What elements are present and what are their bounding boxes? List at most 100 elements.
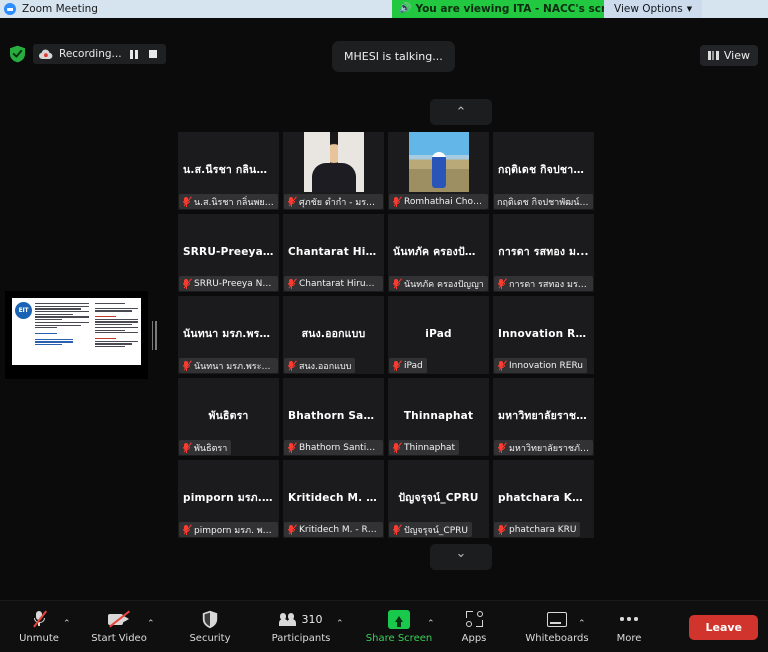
- apps-label: Apps: [461, 633, 487, 644]
- participant-name-badge: iPad: [389, 358, 427, 373]
- participant-tile[interactable]: Thinnaphat Thinnaphat: [388, 378, 489, 456]
- microphone-muted-icon: [287, 196, 297, 207]
- participant-badge-name: iPad: [404, 360, 423, 371]
- grid-view-icon: [707, 51, 719, 60]
- participant-tile[interactable]: Chantarat Hirun... Chantarat Hirunkitran.…: [283, 214, 384, 292]
- participant-badge-name: พันธิตรา: [194, 443, 228, 454]
- view-options-button[interactable]: View Options ▼: [604, 0, 703, 18]
- stop-recording-button[interactable]: [147, 48, 160, 61]
- zoom-logo-icon: [4, 3, 16, 15]
- audio-options-caret-icon[interactable]: ⌃: [63, 619, 71, 629]
- cloud-record-icon: [39, 49, 53, 59]
- shared-screen-thumbnail[interactable]: EIT: [5, 291, 148, 379]
- leave-button[interactable]: Leave: [689, 615, 758, 640]
- participant-badge-name: สนง.ออกแบบ: [299, 361, 352, 372]
- stop-icon: [149, 50, 158, 58]
- share-screen-icon: [388, 608, 410, 630]
- apps-button[interactable]: Apps: [445, 608, 503, 644]
- microphone-muted-icon: [287, 442, 297, 453]
- drag-handle-icon[interactable]: [151, 320, 157, 351]
- participant-tile[interactable]: phatchara KRU phatchara KRU: [493, 460, 594, 538]
- participant-tile[interactable]: น.ส.นีรชา กลิ่นพย... น.ส.นิรชา กลิ่นพยอม: [178, 132, 279, 210]
- participants-button[interactable]: 310 Participants: [271, 608, 331, 645]
- scroll-down-button[interactable]: ⌄: [430, 544, 492, 570]
- participant-tile[interactable]: นันทนา มรภ.พระ... นันทนา มรภ.พระนครศ..: [178, 296, 279, 374]
- screen-share-banner-text: You are viewing ITA - NACC's screen: [415, 3, 628, 15]
- participant-name-badge: การดา รสทอง มร.ราช..: [494, 276, 593, 291]
- window-title: Zoom Meeting: [22, 3, 98, 15]
- start-video-label: Start Video: [91, 633, 147, 644]
- zoom-meeting-window: Zoom Meeting 🔊 You are viewing ITA - NAC…: [0, 0, 768, 652]
- participant-badge-name: Innovation RERu: [509, 360, 584, 371]
- participant-tile[interactable]: SRRU-Preeya N... SRRU-Preeya Ngarm...: [178, 214, 279, 292]
- participants-caret-icon[interactable]: ⌃: [336, 619, 344, 629]
- participant-name-badge: Thinnaphat: [389, 440, 460, 455]
- video-options-caret-icon[interactable]: ⌃: [147, 619, 155, 629]
- share-screen-button[interactable]: Share Screen: [366, 608, 432, 644]
- participant-name-badge: น.ส.นิรชา กลิ่นพยอม: [179, 194, 278, 209]
- scroll-up-button[interactable]: ⌃: [430, 99, 492, 125]
- microphone-muted-icon: [287, 524, 297, 535]
- participant-tile[interactable]: นันทภัค ครองปัญ... นันทภัค ครองปัญญา: [388, 214, 489, 292]
- participant-display-name: Innovation RERu: [498, 328, 594, 341]
- microphone-muted-icon: [182, 360, 192, 371]
- start-video-button[interactable]: Start Video: [90, 608, 148, 644]
- participant-tile[interactable]: Romhathai Chotikaso...: [388, 132, 489, 210]
- participant-badge-name: นันทนา มรภ.พระนครศ..: [194, 361, 274, 372]
- share-options-caret-icon[interactable]: ⌃: [427, 619, 435, 629]
- participant-display-name: Bhathorn Santi...: [288, 410, 384, 423]
- participant-display-name: นันทนา มรภ.พระ...: [183, 328, 278, 341]
- whiteboard-icon: [547, 608, 567, 630]
- participant-display-name: SRRU-Preeya N...: [183, 246, 279, 259]
- microphone-muted-icon: [392, 442, 402, 453]
- participant-display-name: สนง.ออกแบบ: [301, 328, 366, 341]
- microphone-muted-icon: [182, 442, 192, 453]
- view-layout-button[interactable]: View: [699, 45, 758, 66]
- more-button[interactable]: More: [600, 608, 658, 644]
- participant-tile[interactable]: iPad iPad: [388, 296, 489, 374]
- participant-name-badge: Kritidech M. - RBRU: [284, 522, 383, 537]
- participant-name-badge: กฤติเดช กิจปชาพัฒน์ นิติกร: [494, 194, 593, 209]
- eit-logo-icon: EIT: [15, 302, 32, 319]
- participant-name-badge: สนง.ออกแบบ: [284, 358, 356, 373]
- participant-tile[interactable]: สนง.ออกแบบ สนง.ออกแบบ: [283, 296, 384, 374]
- participant-display-name: pimporn มรภ. พ...: [183, 492, 279, 505]
- green-shield-icon[interactable]: [9, 45, 26, 63]
- participant-name-badge: SRRU-Preeya Ngarm...: [179, 276, 278, 291]
- microphone-muted-icon: [182, 196, 192, 207]
- participant-badge-name: phatchara KRU: [509, 524, 577, 535]
- participant-badge-name: การดา รสทอง มร.ราช..: [509, 279, 589, 290]
- people-icon: 310: [279, 608, 323, 630]
- camera-off-icon: [108, 608, 130, 630]
- participant-tile[interactable]: กฤติเดช กิจปชาพั... กฤติเดช กิจปชาพัฒน์ น…: [493, 132, 594, 210]
- participant-display-name: Kritidech M. - R...: [288, 492, 384, 505]
- participant-name-badge: pimporn มรภ. พระนคร: [179, 522, 278, 537]
- microphone-muted-icon: [182, 524, 192, 535]
- participant-display-name: มหาวิทยาลัยราชภั...: [498, 410, 594, 423]
- participant-display-name: iPad: [425, 328, 452, 341]
- participant-name-badge: Romhathai Chotikaso...: [389, 194, 488, 209]
- participant-tile[interactable]: ศุภชัย ดำกำ - มรภ.สุรา...: [283, 132, 384, 210]
- participant-tile[interactable]: Bhathorn Santi... Bhathorn Santiwong: [283, 378, 384, 456]
- participant-tile[interactable]: Kritidech M. - R... Kritidech M. - RBRU: [283, 460, 384, 538]
- whiteboards-caret-icon[interactable]: ⌃: [578, 619, 586, 629]
- unmute-button[interactable]: Unmute: [10, 608, 68, 644]
- participant-tile[interactable]: Innovation RERu Innovation RERu: [493, 296, 594, 374]
- participant-video: [303, 132, 364, 192]
- participant-tile[interactable]: pimporn มรภ. พ... pimporn มรภ. พระนคร: [178, 460, 279, 538]
- participant-tile[interactable]: มหาวิทยาลัยราชภั... มหาวิทยาลัยราชภัฏศรีส…: [493, 378, 594, 456]
- pause-recording-button[interactable]: [128, 48, 141, 61]
- participant-display-name: นันทภัค ครองปัญ...: [393, 246, 487, 259]
- participant-tile[interactable]: การดา รสทอง ม... การดา รสทอง มร.ราช..: [493, 214, 594, 292]
- participant-display-name: Chantarat Hirun...: [288, 246, 384, 259]
- participants-label: Participants: [271, 633, 331, 644]
- microphone-muted-icon: [497, 524, 507, 535]
- participant-tile[interactable]: ปัญจรุจน์_CPRU ปัญจรุจน์_CPRU: [388, 460, 489, 538]
- microphone-muted-icon: [32, 608, 47, 630]
- recording-indicator: Recording...: [33, 44, 166, 64]
- speaker-icon: 🔊: [399, 3, 412, 14]
- participant-tile[interactable]: พันธิตรา พันธิตรา: [178, 378, 279, 456]
- participant-name-badge: นันทนา มรภ.พระนครศ..: [179, 358, 278, 373]
- security-button[interactable]: Security: [181, 608, 239, 644]
- participant-name-badge: phatchara KRU: [494, 522, 581, 537]
